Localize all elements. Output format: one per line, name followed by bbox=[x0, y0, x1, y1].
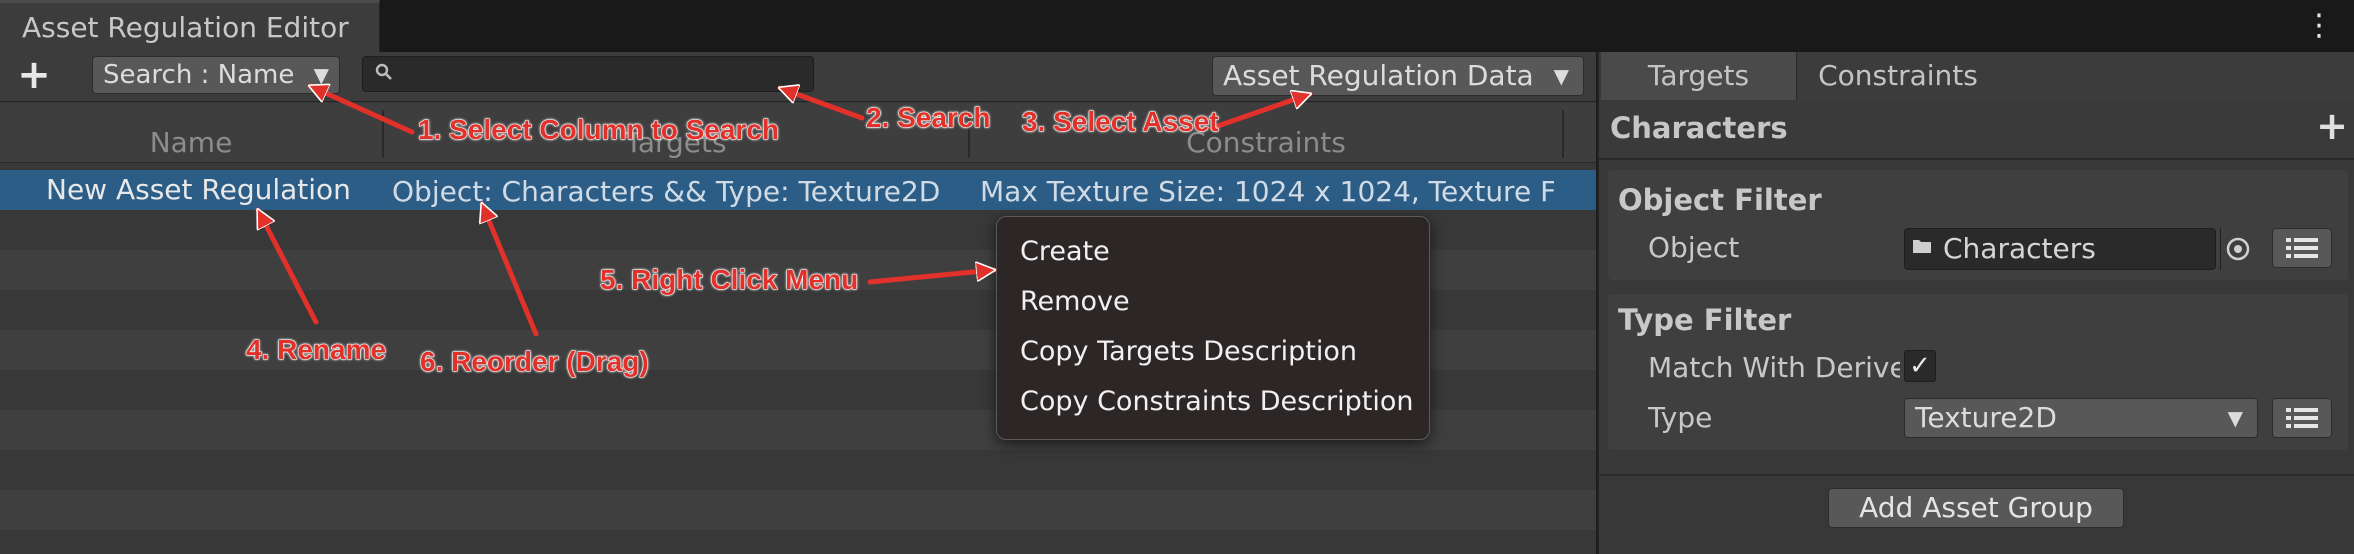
add-asset-group-button[interactable]: Add Asset Group bbox=[1828, 488, 2124, 528]
column-header-name[interactable]: Name bbox=[0, 103, 382, 163]
search-icon bbox=[374, 62, 396, 84]
search-column-dropdown[interactable]: Search : Name ▼ bbox=[92, 56, 340, 94]
folder-icon bbox=[1912, 236, 1934, 262]
object-field[interactable]: Characters bbox=[1904, 228, 2216, 270]
type-label: Type bbox=[1648, 401, 1713, 434]
row-name[interactable]: New Asset Regulation bbox=[46, 170, 380, 210]
list-menu-icon[interactable] bbox=[2272, 398, 2332, 438]
match-derived-checkbox[interactable]: ✓ bbox=[1904, 350, 1936, 382]
window-menu-icon[interactable]: ⋮ bbox=[2304, 8, 2334, 44]
row-targets: Object: Characters && Type: Texture2D bbox=[392, 175, 941, 208]
table-row-empty bbox=[0, 490, 1596, 530]
list-menu-icon[interactable] bbox=[2272, 228, 2332, 268]
tab-targets[interactable]: Targets bbox=[1601, 52, 1797, 100]
asset-select-label: Asset Regulation Data bbox=[1223, 59, 1534, 92]
annotation-reorder: 6. Reorder (Drag) bbox=[420, 346, 650, 378]
object-filter-title: Object Filter bbox=[1618, 183, 1822, 217]
menu-item-create[interactable]: Create bbox=[1020, 230, 1420, 274]
object-picker-icon[interactable] bbox=[2220, 228, 2254, 270]
table-row-empty bbox=[0, 530, 1596, 554]
annotation-rename: 4. Rename bbox=[245, 334, 387, 366]
add-regulation-button[interactable]: + bbox=[12, 55, 56, 96]
type-dropdown[interactable]: Texture2D ▼ bbox=[1904, 398, 2258, 438]
chevron-down-icon: ▼ bbox=[1553, 64, 1569, 88]
window-tab[interactable]: Asset Regulation Editor bbox=[0, 0, 380, 52]
menu-item-remove[interactable]: Remove bbox=[1020, 280, 1420, 324]
chevron-down-icon: ▼ bbox=[2227, 406, 2243, 430]
object-label: Object bbox=[1648, 231, 1740, 264]
asset-select-dropdown[interactable]: Asset Regulation Data ▼ bbox=[1212, 56, 1584, 96]
search-input[interactable] bbox=[362, 56, 814, 92]
annotation-select-asset: 3. Select Asset bbox=[1022, 106, 1220, 138]
type-dropdown-label: Texture2D bbox=[1915, 401, 2057, 434]
match-derived-label: Match With Derive bbox=[1648, 351, 1900, 384]
annotation-right-click: 5. Right Click Menu bbox=[599, 264, 859, 296]
add-filter-button[interactable]: + bbox=[2316, 106, 2348, 146]
row-constraints: Max Texture Size: 1024 x 1024, Texture F bbox=[980, 175, 1554, 208]
table-row-empty bbox=[0, 450, 1596, 490]
tab-constraints[interactable]: Constraints bbox=[1798, 52, 1998, 100]
divider bbox=[1599, 474, 2354, 476]
type-filter-title: Type Filter bbox=[1618, 303, 1792, 337]
annotation-select-column: 1. Select Column to Search bbox=[418, 114, 780, 146]
annotation-search: 2. Search bbox=[866, 102, 992, 134]
menu-item-copy-targets[interactable]: Copy Targets Description bbox=[1020, 330, 1420, 374]
menu-item-copy-constraints[interactable]: Copy Constraints Description bbox=[1020, 380, 1420, 424]
chevron-down-icon: ▼ bbox=[313, 63, 329, 87]
search-column-label: Search : Name bbox=[103, 60, 295, 90]
tab-strip-fill bbox=[1998, 52, 2354, 100]
column-divider[interactable] bbox=[1562, 110, 1564, 158]
asset-group-title: Characters bbox=[1610, 111, 1788, 145]
